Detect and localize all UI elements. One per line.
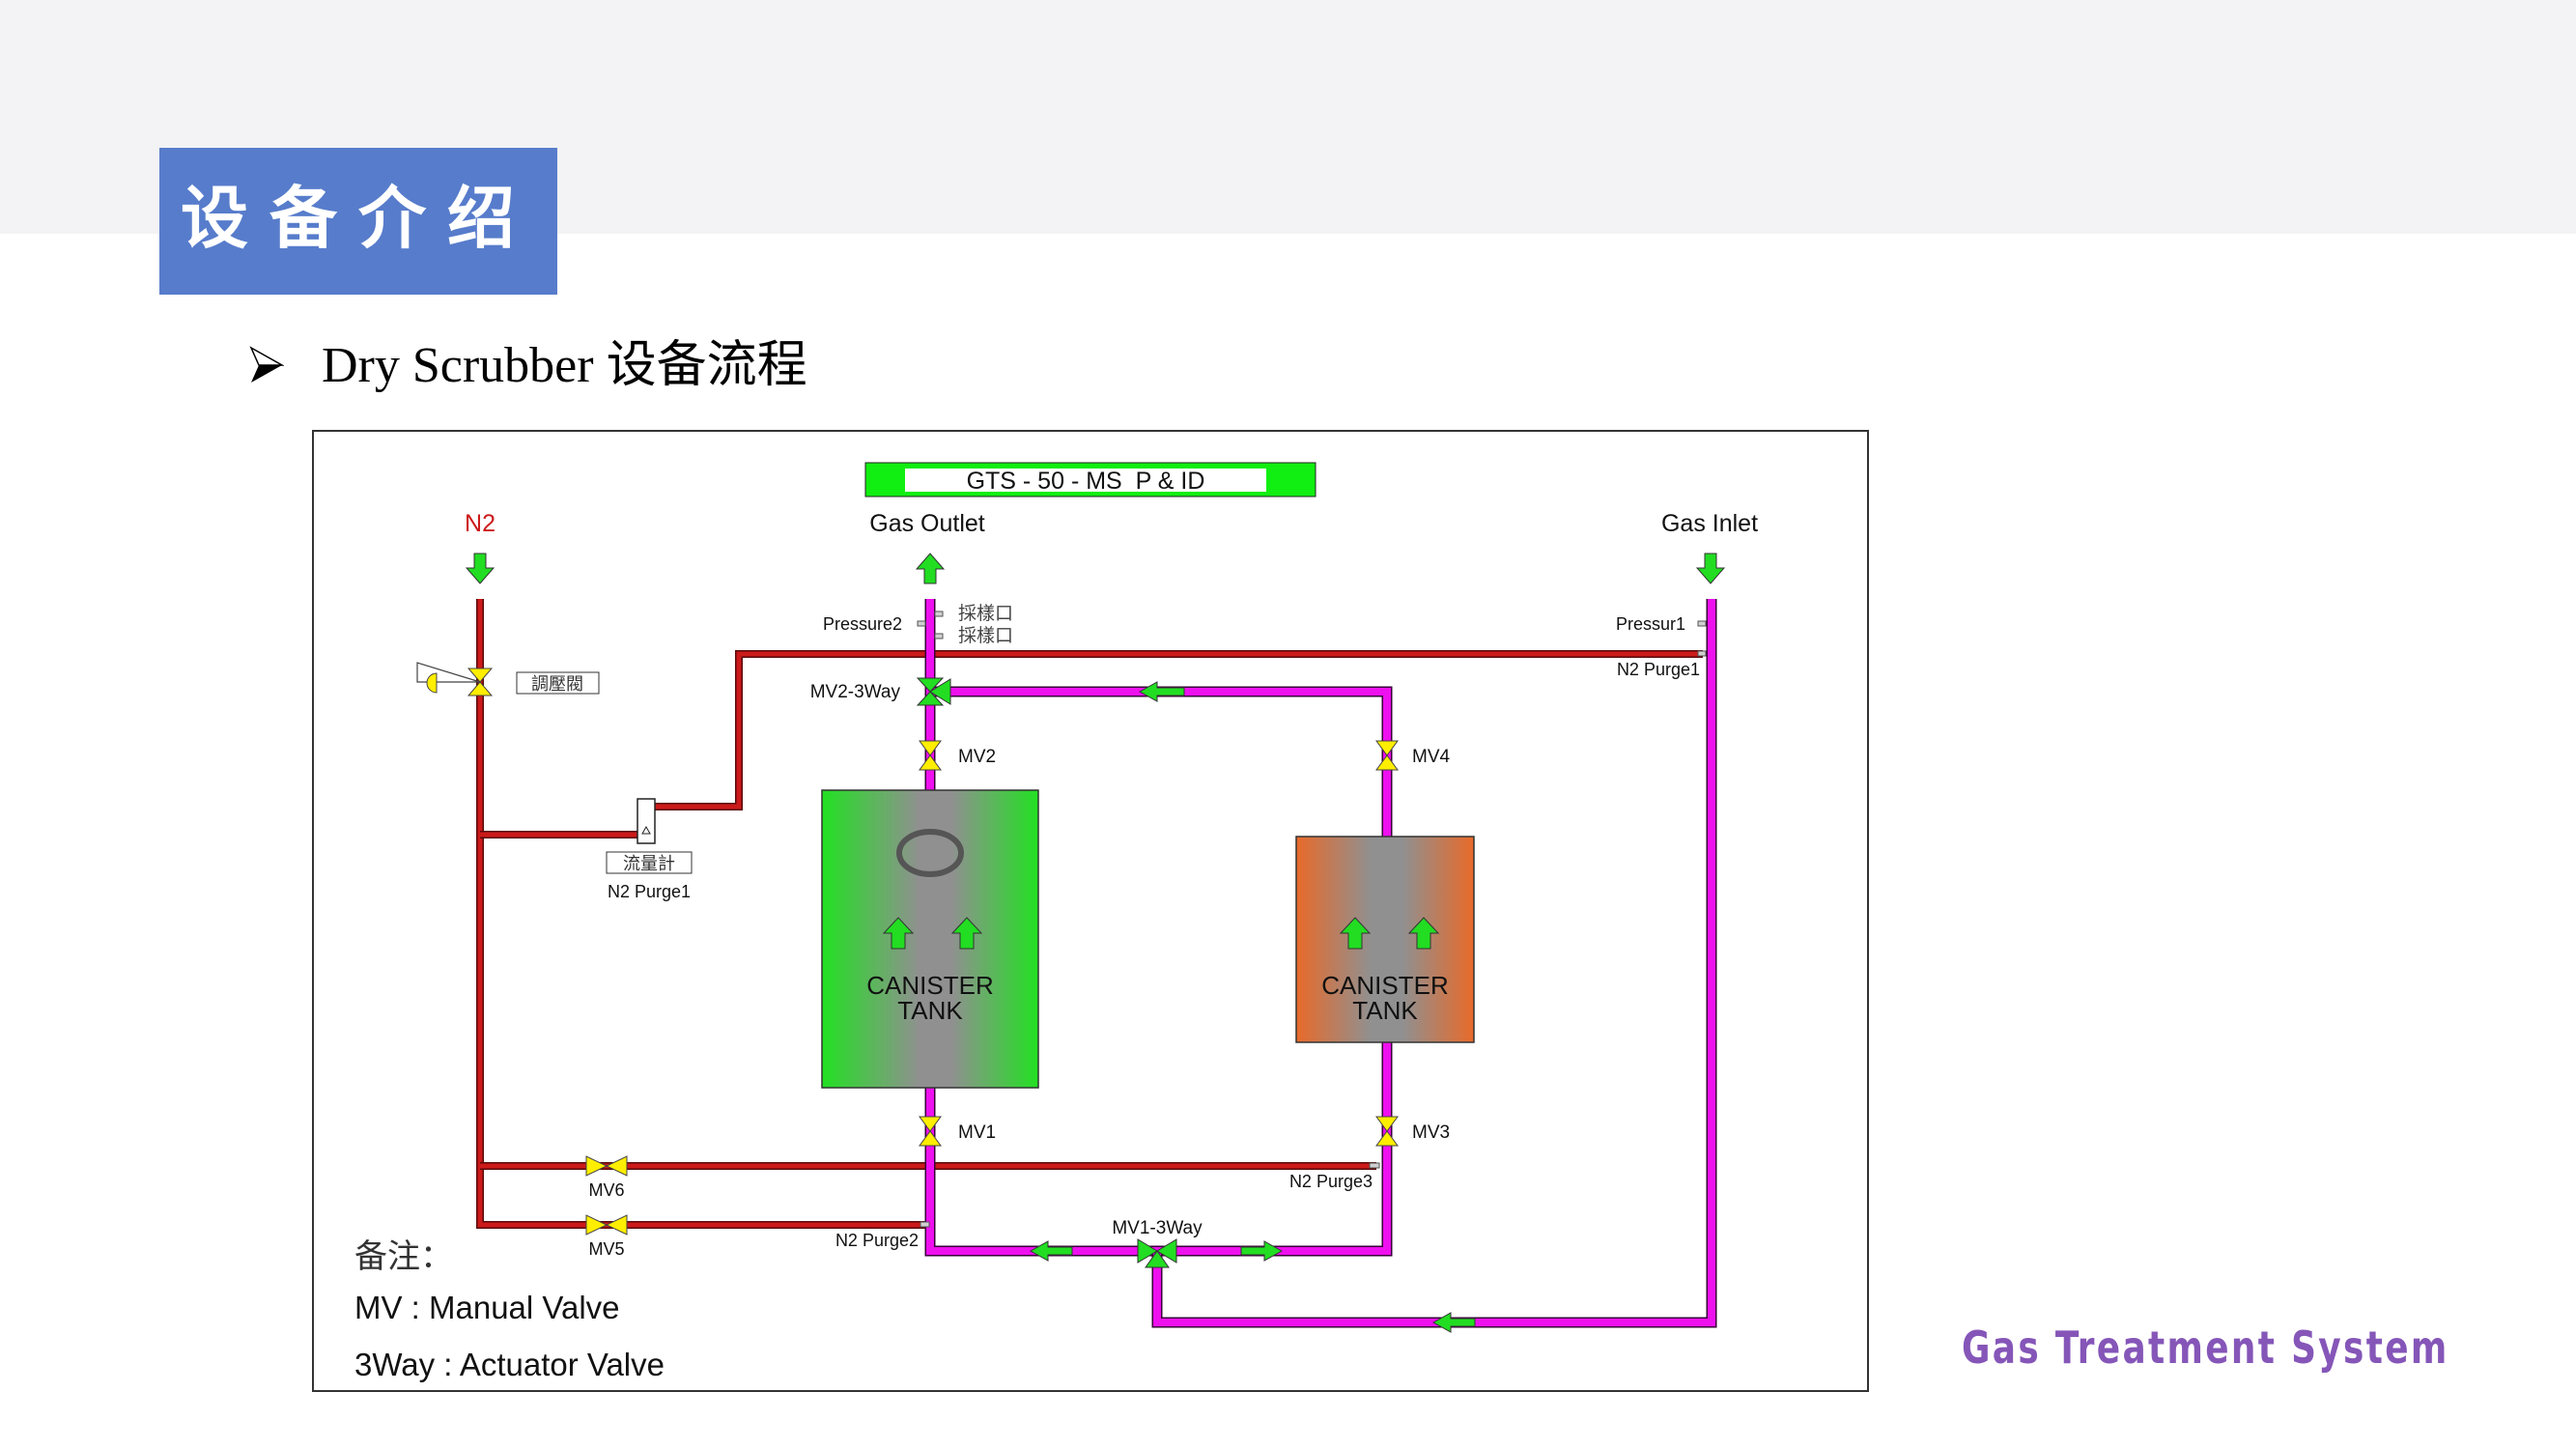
flowmeter-icon bbox=[637, 798, 656, 844]
subtitle: Dry Scrubber 设备流程 bbox=[322, 338, 807, 393]
diagram-title-bar: GTS - 50 - MS P & ID bbox=[864, 462, 1316, 497]
legend-item: 3Way : Actuator Valve bbox=[354, 1347, 665, 1382]
mv5-label: MV5 bbox=[588, 1239, 624, 1259]
mv3-label: MV3 bbox=[1412, 1122, 1450, 1143]
mv2-3way-label: MV2-3Way bbox=[810, 682, 901, 702]
tank-left-line2: TANK bbox=[897, 996, 963, 1025]
pressure1-label: Pressur1 bbox=[1616, 614, 1685, 634]
section-title: 设备介绍 bbox=[181, 179, 536, 258]
n2-purge1-inlet-label: N2 Purge1 bbox=[1617, 660, 1700, 679]
footer-brand: Gas Treatment System bbox=[1962, 1321, 2449, 1374]
flowmeter-purge-label: N2 Purge1 bbox=[608, 882, 691, 901]
mv1-label: MV1 bbox=[958, 1122, 996, 1143]
mv6-label: MV6 bbox=[588, 1180, 624, 1200]
n2-purge3-label: N2 Purge3 bbox=[1289, 1172, 1373, 1191]
sample-port-label-2: 採樣口 bbox=[958, 625, 1013, 646]
regulator-label: 調壓閥 bbox=[531, 674, 583, 694]
gas-inlet-label: Gas Inlet bbox=[1661, 510, 1758, 537]
flowmeter-label: 流量計 bbox=[623, 854, 675, 873]
canister-tank-right[interactable]: CANISTER TANK bbox=[1295, 836, 1475, 1043]
mv2-label: MV2 bbox=[958, 747, 996, 767]
canister-tank-left[interactable]: CANISTER TANK bbox=[821, 789, 1039, 1089]
tank-right-line2: TANK bbox=[1352, 996, 1418, 1025]
section-title-box: 设备介绍 bbox=[159, 148, 557, 295]
n2-purge2-label: N2 Purge2 bbox=[835, 1231, 919, 1250]
legend-item: MV : Manual Valve bbox=[354, 1290, 620, 1325]
legend-heading: 备注： bbox=[354, 1237, 453, 1276]
sample-port-label-1: 採樣口 bbox=[958, 603, 1013, 624]
arrowhead-bullet-icon bbox=[249, 346, 284, 383]
mv4-label: MV4 bbox=[1412, 747, 1451, 767]
diagram-title: GTS - 50 - MS P & ID bbox=[967, 468, 1205, 495]
n2-label: N2 bbox=[465, 510, 495, 537]
pressure2-label: Pressure2 bbox=[823, 614, 902, 634]
gas-outlet-label: Gas Outlet bbox=[869, 510, 985, 537]
mv1-3way-label: MV1-3Way bbox=[1112, 1218, 1203, 1238]
